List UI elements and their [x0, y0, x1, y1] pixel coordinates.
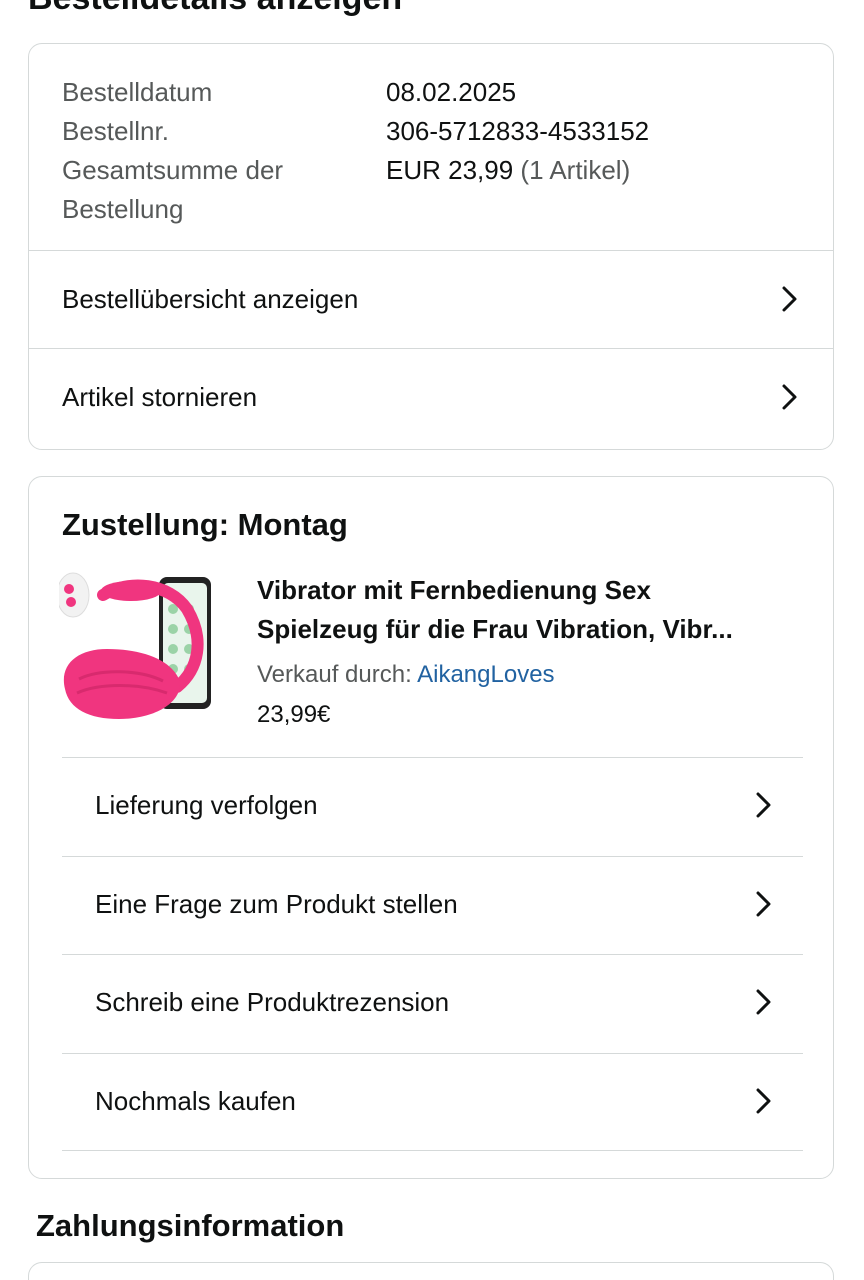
product-title-line-2: Spielzeug für die Frau Vibration, Vibr..… — [257, 614, 733, 644]
payment-section-title: Zahlungsinformation — [36, 1208, 345, 1243]
chevron-right-icon — [756, 989, 771, 1015]
chevron-right-icon — [756, 1088, 771, 1113]
order-number-value: 306-5712833-4533152 — [386, 116, 650, 146]
chevron-right-icon — [782, 286, 797, 312]
order-number-label: Bestellnr. — [62, 116, 169, 146]
order-item-count: (1 Artikel) — [520, 155, 631, 185]
product-title[interactable]: Vibrator mit Fernbedienung Sex Spielzeug… — [257, 571, 807, 649]
delivery-title: Zustellung: Montag — [62, 507, 348, 542]
ask-product-question-label: Eine Frage zum Produkt stellen — [95, 888, 458, 919]
ask-product-question-link[interactable]: Eine Frage zum Produkt stellen — [62, 855, 803, 955]
view-order-summary-link[interactable]: Bestellübersicht anzeigen — [29, 251, 833, 349]
seller-prefix: Verkauf durch: — [257, 661, 412, 688]
cancel-items-label: Artikel stornieren — [62, 382, 258, 412]
view-order-summary-label: Bestellübersicht anzeigen — [62, 284, 359, 314]
buy-again-label: Nochmals kaufen — [95, 1085, 296, 1116]
write-review-link[interactable]: Schreib eine Produktrezension — [62, 954, 803, 1053]
track-delivery-label: Lieferung verfolgen — [95, 790, 318, 820]
track-delivery-link[interactable]: Lieferung verfolgen — [62, 757, 803, 856]
order-date-label: Bestelldatum — [62, 77, 213, 107]
order-total-value: EUR 23,99 (1 Artikel) — [386, 151, 630, 190]
page-title: Bestelldetails anzeigen — [28, 0, 402, 18]
buy-again-link[interactable]: Nochmals kaufen — [62, 1052, 803, 1151]
order-date-value: 08.02.2025 — [386, 77, 517, 107]
product-price: 23,99€ — [257, 701, 331, 728]
order-total-amount: EUR 23,99 — [386, 155, 514, 185]
chevron-right-icon — [782, 384, 797, 410]
payment-card — [28, 1262, 834, 1280]
order-info-grid: Bestelldatum 08.02.2025 Bestellnr. 306-5… — [29, 44, 833, 251]
cancel-items-link[interactable]: Artikel stornieren — [29, 349, 833, 447]
delivery-card: Zustellung: Montag Vibrator mit Fernbedi… — [28, 476, 834, 1179]
product-actions: Lieferung verfolgen Eine Frage zum Produ… — [62, 757, 803, 1151]
product-image[interactable] — [59, 569, 221, 729]
write-review-label: Schreib eine Produktrezension — [95, 987, 450, 1017]
order-total-label: Gesamtsumme der Bestellung — [62, 155, 284, 224]
seller-info: Verkauf durch: AikangLoves — [257, 657, 555, 693]
order-summary-card: Bestelldatum 08.02.2025 Bestellnr. 306-5… — [28, 43, 834, 450]
order-details-page: Bestelldetails anzeigen Bestelldatum 08.… — [0, 0, 864, 1280]
chevron-right-icon — [756, 792, 771, 818]
seller-link[interactable]: AikangLoves — [417, 661, 554, 688]
product-title-line-1: Vibrator mit Fernbedienung Sex — [257, 575, 651, 605]
chevron-right-icon — [756, 891, 771, 916]
